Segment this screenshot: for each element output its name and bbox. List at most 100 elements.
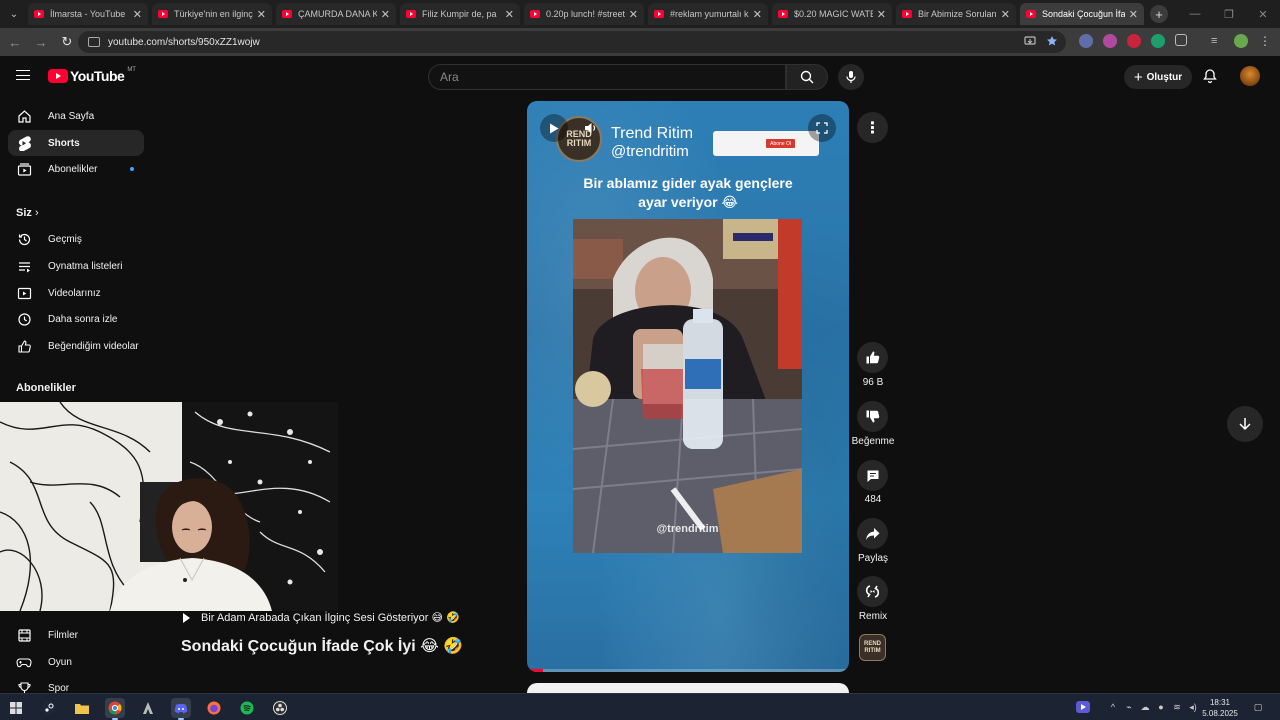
menu-hamburger-icon[interactable] [16, 70, 30, 80]
remix-button[interactable] [857, 576, 888, 607]
new-tab-button[interactable]: + [1150, 5, 1168, 23]
browser-tab-active[interactable]: Sondaki Çocuğun İfa ✕ [1020, 3, 1144, 25]
sidebar-item-shorts[interactable]: Shorts [8, 130, 144, 156]
screen: ⌄ İlmarsta - YouTube ✕ Türkiye'nin en ilg… [0, 0, 1280, 720]
bookmark-star-icon[interactable] [1046, 35, 1058, 47]
close-tab-icon[interactable]: ✕ [381, 8, 390, 21]
extension-icon[interactable] [1103, 34, 1117, 48]
create-button[interactable]: + Oluştur [1124, 65, 1192, 89]
window-close-icon[interactable]: ✕ [1246, 0, 1280, 28]
extension-icon[interactable] [1127, 34, 1141, 48]
steam-icon[interactable] [39, 698, 59, 718]
media-controls-icon[interactable]: ≡ [1211, 34, 1225, 48]
microphone-icon [846, 71, 856, 83]
browser-tab[interactable]: 0.20p lunch! #street ✕ [524, 3, 644, 25]
chrome-icon[interactable] [105, 698, 125, 720]
browser-tab[interactable]: İlmarsta - YouTube ✕ [28, 3, 148, 25]
tray-microphone-icon[interactable]: ● [1155, 701, 1167, 713]
close-tab-icon[interactable]: ✕ [1129, 8, 1138, 21]
shorts-icon [16, 135, 32, 151]
youtube-favicon-icon [1026, 10, 1036, 18]
notifications-bell-icon[interactable] [1202, 68, 1218, 84]
shorts-player[interactable]: REND RITIM Trend Ritim @trendritim Abone… [527, 101, 849, 672]
fullscreen-button[interactable] [808, 114, 836, 142]
spotify-icon[interactable] [237, 698, 257, 718]
windows-start-icon[interactable] [6, 698, 26, 718]
taskbar-clock[interactable]: 18:31 5.08.2025 [1198, 697, 1242, 719]
youtube-logo[interactable]: YouTube MT [48, 67, 136, 84]
close-tab-icon[interactable]: ✕ [505, 8, 514, 21]
next-video-link[interactable]: Bir Adam Arabada Çıkan İlginç Sesi Göste… [183, 611, 460, 624]
browser-tab[interactable]: #reklam yumurtalı ka ✕ [648, 3, 768, 25]
play-button[interactable] [540, 114, 568, 142]
more-options-button[interactable]: ⋮ [857, 112, 888, 143]
browser-tab[interactable]: ÇAMURDA DANA KA ✕ [276, 3, 396, 25]
site-info-icon[interactable] [88, 37, 100, 47]
browser-tab-strip: ⌄ İlmarsta - YouTube ✕ Türkiye'nin en ilg… [0, 0, 1280, 28]
profile-avatar[interactable] [1234, 34, 1248, 48]
close-tab-icon[interactable]: ✕ [877, 8, 886, 21]
forward-arrow-icon[interactable]: → [28, 29, 54, 55]
sidebar-item-subscriptions[interactable]: Abonelikler [8, 156, 144, 182]
browser-tab[interactable]: Türkiye'nin en ilginç ✕ [152, 3, 272, 25]
close-tab-icon[interactable]: ✕ [753, 8, 762, 21]
mute-button[interactable] [581, 114, 601, 142]
youtube-favicon-icon [530, 10, 540, 18]
extension-icon[interactable] [1151, 34, 1165, 48]
sidebar-item-liked-videos[interactable]: Beğendiğim videolar [8, 333, 144, 359]
extensions-puzzle-icon[interactable] [1175, 34, 1187, 46]
obs-icon[interactable] [270, 698, 290, 718]
sidebar-item-home[interactable]: Ana Sayfa [8, 103, 144, 129]
extension-icon[interactable] [1079, 34, 1093, 48]
your-videos-icon [16, 285, 32, 301]
sidebar-item-watch-later[interactable]: Daha sonra izle [8, 306, 144, 332]
voice-search-button[interactable] [838, 64, 864, 90]
progress-bar-fill [527, 669, 544, 672]
browser-tab[interactable]: Bir Abimize Sorulan S ✕ [896, 3, 1016, 25]
thumbs-up-icon [866, 351, 880, 364]
progress-bar[interactable] [527, 669, 849, 672]
search-button[interactable] [786, 64, 828, 90]
sidebar-item-playlists[interactable]: Oynatma listeleri [8, 253, 144, 279]
chevron-right-icon: › [34, 207, 39, 219]
firefox-icon[interactable] [204, 698, 224, 718]
share-button[interactable] [857, 518, 888, 549]
tray-network-icon[interactable]: ⌁ [1123, 701, 1135, 713]
discord-icon[interactable] [171, 698, 191, 720]
tray-chevron-up-icon[interactable]: ^ [1107, 701, 1119, 713]
browser-menu-icon[interactable]: ⋮ [1258, 34, 1272, 48]
you-section-heading[interactable]: Siz › [16, 207, 39, 219]
notification-center-icon[interactable]: ▢ [1252, 701, 1264, 713]
tab-search-chevron-icon[interactable]: ⌄ [0, 0, 28, 28]
next-short-button[interactable] [1227, 406, 1263, 442]
tray-cloud-icon[interactable]: ☁ [1139, 701, 1151, 713]
tray-wifi-icon[interactable]: ≋ [1171, 701, 1183, 713]
browser-tab[interactable]: $0.20 MAGIC WATER✕ [772, 3, 892, 25]
sidebar-item-history[interactable]: Geçmiş [8, 226, 144, 252]
file-explorer-icon[interactable] [72, 698, 92, 718]
dislike-button[interactable] [857, 401, 888, 432]
close-tab-icon[interactable]: ✕ [1001, 8, 1010, 21]
close-tab-icon[interactable]: ✕ [133, 8, 142, 21]
close-tab-icon[interactable]: ✕ [257, 8, 266, 21]
sidebar-item-gaming[interactable]: Oyun [8, 649, 144, 675]
minimize-icon[interactable]: — [1178, 0, 1212, 28]
install-app-icon[interactable] [1024, 35, 1036, 47]
caption-line-2: ayar veriyor 😂 [638, 194, 738, 210]
app-icon[interactable] [138, 698, 158, 718]
address-bar[interactable]: youtube.com/shorts/950xZZ1wojw [78, 31, 1066, 53]
sidebar-item-films[interactable]: Filmler [8, 622, 144, 648]
reload-icon[interactable]: ↻ [54, 29, 80, 55]
browser-tab[interactable]: Filiz Kumpir de, pa ✕ [400, 3, 520, 25]
channel-avatar-button[interactable]: REND RITIM [859, 634, 886, 661]
tray-app-icon[interactable] [1076, 701, 1090, 713]
sidebar-item-your-videos[interactable]: Videolarınız [8, 280, 144, 306]
back-arrow-icon[interactable]: ← [2, 29, 28, 55]
account-avatar[interactable] [1240, 66, 1260, 86]
close-tab-icon[interactable]: ✕ [629, 8, 638, 21]
restore-icon[interactable]: ❐ [1212, 0, 1246, 28]
search-input[interactable]: Ara [428, 64, 786, 90]
url-text: youtube.com/shorts/950xZZ1wojw [108, 36, 260, 48]
comments-button[interactable] [857, 460, 888, 491]
like-button[interactable] [857, 342, 888, 373]
